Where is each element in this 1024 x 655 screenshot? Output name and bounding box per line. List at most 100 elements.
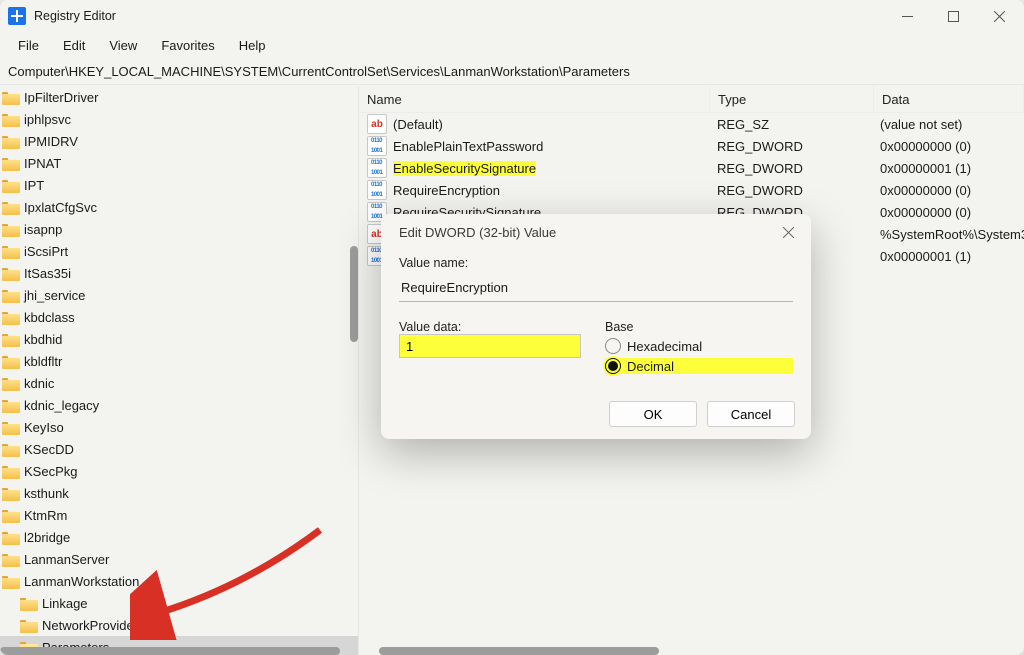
close-button[interactable] <box>976 0 1022 32</box>
tree-item-label: KtmRm <box>24 508 67 523</box>
folder-icon <box>2 376 20 391</box>
tree-item-iphlpsvc[interactable]: iphlpsvc <box>0 108 358 130</box>
tree-item-ipmidrv[interactable]: IPMIDRV <box>0 130 358 152</box>
folder-icon <box>2 266 20 281</box>
menu-view[interactable]: View <box>99 35 147 56</box>
minimize-button[interactable] <box>884 0 930 32</box>
folder-icon <box>2 420 20 435</box>
tree-item-ipt[interactable]: IPT <box>0 174 358 196</box>
value-data: 0x00000000 (0) <box>872 201 1024 223</box>
tree-item-l2bridge[interactable]: l2bridge <box>0 526 358 548</box>
tree-item-label: IPT <box>24 178 44 193</box>
tree-item-keyiso[interactable]: KeyIso <box>0 416 358 438</box>
tree-item-ksecdd[interactable]: KSecDD <box>0 438 358 460</box>
tree-item-ksecpkg[interactable]: KSecPkg <box>0 460 358 482</box>
folder-icon <box>2 90 20 105</box>
folder-icon <box>2 530 20 545</box>
registry-value-row[interactable]: EnableSecuritySignatureREG_DWORD0x000000… <box>359 157 1024 179</box>
menu-edit[interactable]: Edit <box>53 35 95 56</box>
value-data-input[interactable] <box>399 334 581 358</box>
tree-item-label: IPMIDRV <box>24 134 78 149</box>
registry-value-row[interactable]: EnablePlainTextPasswordREG_DWORD0x000000… <box>359 135 1024 157</box>
tree-item-label: KeyIso <box>24 420 64 435</box>
tree-item-kbdclass[interactable]: kbdclass <box>0 306 358 328</box>
dword-icon <box>367 180 387 200</box>
value-type: REG_DWORD <box>709 179 872 201</box>
value-type: REG_DWORD <box>709 157 872 179</box>
dialog-close-button[interactable] <box>775 219 801 245</box>
scrollbar-horizontal[interactable] <box>0 647 340 655</box>
menu-favorites[interactable]: Favorites <box>151 35 224 56</box>
tree-item-ipxlatcfgsvc[interactable]: IpxlatCfgSvc <box>0 196 358 218</box>
list-scrollbar-horizontal[interactable] <box>379 647 659 655</box>
tree-item-label: LanmanServer <box>24 552 109 567</box>
menubar: File Edit View Favorites Help <box>0 32 1024 58</box>
string-icon <box>367 114 387 134</box>
value-data: 0x00000000 (0) <box>872 135 1024 157</box>
tree-item-label: kbldfltr <box>24 354 62 369</box>
col-name[interactable]: Name <box>359 86 710 112</box>
tree-item-label: IpxlatCfgSvc <box>24 200 97 215</box>
tree-item-jhi_service[interactable]: jhi_service <box>0 284 358 306</box>
tree-item-lanmanserver[interactable]: LanmanServer <box>0 548 358 570</box>
tree-item-label: iphlpsvc <box>24 112 71 127</box>
tree-item-networkprovider[interactable]: NetworkProvider <box>0 614 358 636</box>
tree-item-ipnat[interactable]: IPNAT <box>0 152 358 174</box>
tree-item-label: jhi_service <box>24 288 85 303</box>
tree-item-label: KSecDD <box>24 442 74 457</box>
menu-file[interactable]: File <box>8 35 49 56</box>
tree-item-label: l2bridge <box>24 530 70 545</box>
app-title: Registry Editor <box>34 9 884 23</box>
value-data: %SystemRoot%\System3 <box>872 223 1024 245</box>
radio-icon <box>605 338 621 354</box>
app-icon <box>8 7 26 25</box>
tree-item-isapnp[interactable]: isapnp <box>0 218 358 240</box>
value-name-label: Value name: <box>399 256 793 270</box>
tree-item-lanmanworkstation[interactable]: LanmanWorkstation <box>0 570 358 592</box>
tree-item-kdnic_legacy[interactable]: kdnic_legacy <box>0 394 358 416</box>
value-type: REG_SZ <box>709 113 872 135</box>
folder-icon <box>2 486 20 501</box>
registry-value-row[interactable]: RequireEncryptionREG_DWORD0x00000000 (0) <box>359 179 1024 201</box>
folder-icon <box>2 464 20 479</box>
tree-item-kbldfltr[interactable]: kbldfltr <box>0 350 358 372</box>
tree-item-kdnic[interactable]: kdnic <box>0 372 358 394</box>
tree-item-label: LanmanWorkstation <box>24 574 139 589</box>
col-type[interactable]: Type <box>710 86 874 112</box>
tree-item-ipfilterdriver[interactable]: IpFilterDriver <box>0 86 358 108</box>
cancel-button[interactable]: Cancel <box>707 401 795 427</box>
tree-item-kbdhid[interactable]: kbdhid <box>0 328 358 350</box>
tree-item-itsas35i[interactable]: ItSas35i <box>0 262 358 284</box>
ok-button[interactable]: OK <box>609 401 697 427</box>
radio-decimal[interactable]: Decimal <box>605 358 793 374</box>
tree-item-linkage[interactable]: Linkage <box>0 592 358 614</box>
scrollbar-vertical[interactable] <box>350 246 358 342</box>
registry-value-row[interactable]: (Default)REG_SZ(value not set) <box>359 113 1024 135</box>
address-path: Computer\HKEY_LOCAL_MACHINE\SYSTEM\Curre… <box>8 64 630 79</box>
col-data[interactable]: Data <box>874 86 1024 112</box>
folder-icon <box>2 310 20 325</box>
folder-icon <box>2 354 20 369</box>
folder-icon <box>2 222 20 237</box>
radio-hexadecimal[interactable]: Hexadecimal <box>605 338 793 354</box>
value-name: EnablePlainTextPassword <box>393 139 543 154</box>
radio-dec-label: Decimal <box>627 359 674 374</box>
tree-item-iscsiprt[interactable]: iScsiPrt <box>0 240 358 262</box>
list-header: Name Type Data <box>359 86 1024 113</box>
titlebar: Registry Editor <box>0 0 1024 32</box>
tree-item-label: ksthunk <box>24 486 69 501</box>
tree-item-ksthunk[interactable]: ksthunk <box>0 482 358 504</box>
tree-item-label: kdnic <box>24 376 54 391</box>
menu-help[interactable]: Help <box>229 35 276 56</box>
base-label: Base <box>605 320 793 334</box>
dialog-titlebar: Edit DWORD (32-bit) Value <box>381 214 811 250</box>
tree-item-label: iScsiPrt <box>24 244 68 259</box>
address-bar[interactable]: Computer\HKEY_LOCAL_MACHINE\SYSTEM\Curre… <box>0 58 1024 85</box>
tree-item-ktmrm[interactable]: KtmRm <box>0 504 358 526</box>
folder-icon <box>2 574 20 589</box>
maximize-button[interactable] <box>930 0 976 32</box>
value-data-label: Value data: <box>399 320 581 334</box>
folder-icon <box>2 288 20 303</box>
value-name-field[interactable]: RequireEncryption <box>399 275 793 302</box>
radio-hex-label: Hexadecimal <box>627 339 702 354</box>
